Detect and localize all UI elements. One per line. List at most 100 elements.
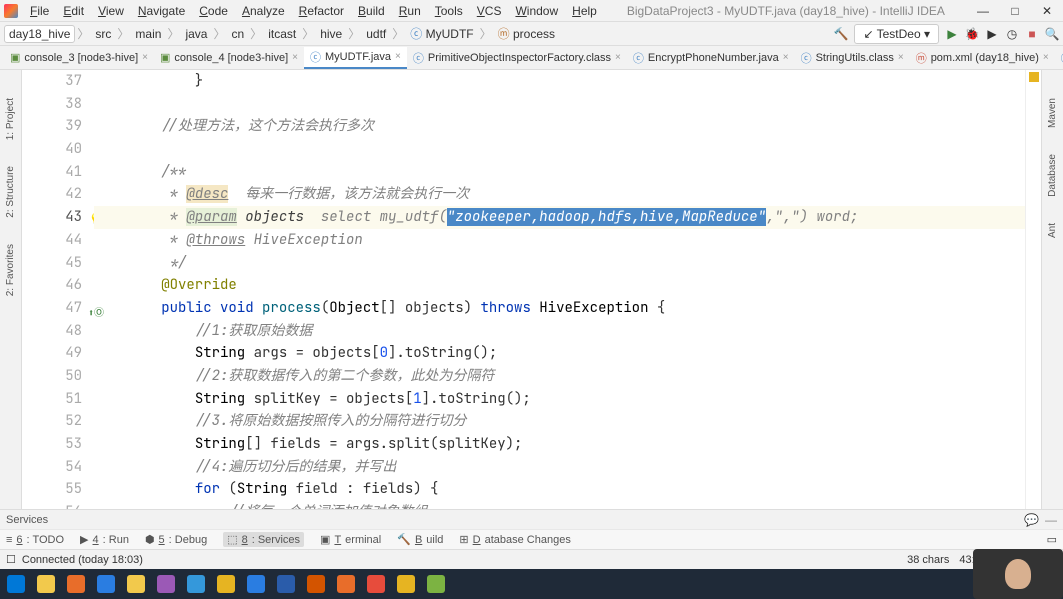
tab-close-icon[interactable]: ×: [783, 52, 789, 63]
rail-Ant[interactable]: Ant: [1045, 219, 1060, 242]
tool-Build[interactable]: 🔨 Build: [397, 533, 443, 546]
breadcrumb-java[interactable]: java: [181, 25, 211, 43]
breadcrumb-src[interactable]: src: [91, 25, 115, 43]
build-icon[interactable]: 🔨: [833, 27, 848, 41]
run-config-selector[interactable]: ↙ TestDeo ▾: [854, 24, 939, 44]
code-line[interactable]: /**: [94, 161, 1025, 184]
tool-Database-Changes[interactable]: ⊞ Database Changes: [459, 533, 570, 546]
line-number[interactable]: 51: [22, 388, 82, 411]
close-button[interactable]: ✕: [1035, 2, 1059, 20]
line-number[interactable]: 40: [22, 138, 82, 161]
debug-button[interactable]: 🐞: [965, 27, 979, 41]
taskbar-kde[interactable]: [94, 572, 118, 596]
taskbar-ppt[interactable]: [304, 572, 328, 596]
breadcrumb-process[interactable]: ⓜ process: [494, 23, 559, 44]
event-log-icon[interactable]: ▭: [1047, 533, 1057, 546]
line-number[interactable]: 49: [22, 342, 82, 365]
taskbar-wps[interactable]: [364, 572, 388, 596]
rail-1-Project[interactable]: 1: Project: [3, 94, 18, 144]
taskbar-word[interactable]: [274, 572, 298, 596]
events-icon[interactable]: 💬: [1024, 513, 1039, 527]
taskbar-file[interactable]: [124, 572, 148, 596]
breadcrumb-main[interactable]: main: [131, 25, 165, 43]
tab-StringUtils-class[interactable]: ⓒ StringUtils.class ×: [795, 48, 910, 68]
code-editor[interactable]: 37383940414243💡44454647⬆Ⓞ484950515253545…: [22, 70, 1025, 509]
tab-close-icon[interactable]: ×: [615, 52, 621, 63]
tool-Terminal[interactable]: ▣ Terminal: [320, 533, 381, 546]
code-line[interactable]: //3.将原始数据按照传入的分隔符进行切分: [94, 410, 1025, 433]
line-number[interactable]: 44: [22, 229, 82, 252]
line-number[interactable]: 46: [22, 274, 82, 297]
line-number[interactable]: 43💡: [22, 206, 82, 229]
tool-8-Services[interactable]: ⬚ 8: Services: [223, 532, 304, 547]
taskbar-folder[interactable]: [214, 572, 238, 596]
tab-console_4-node3-hive-[interactable]: ▣ console_4 [node3-hive] ×: [154, 49, 304, 66]
breadcrumb-cn[interactable]: cn: [227, 25, 248, 43]
code-line[interactable]: * @throws HiveException: [94, 229, 1025, 252]
stop-button[interactable]: ■: [1025, 27, 1039, 41]
taskbar-xunlei[interactable]: [334, 572, 358, 596]
search-everywhere-button[interactable]: 🔍: [1045, 27, 1059, 41]
code-line[interactable]: String args = objects[0].toString();: [94, 342, 1025, 365]
tab-MyUDF-java[interactable]: ⓒ MyUDF.java ×: [1055, 48, 1063, 68]
menu-vcs[interactable]: VCS: [471, 2, 508, 20]
code-line[interactable]: }: [94, 70, 1025, 93]
code-line[interactable]: //将每一个单词添加值对象数组: [94, 501, 1025, 509]
code-line[interactable]: public void process(Object[] objects) th…: [94, 297, 1025, 320]
tool-6-TODO[interactable]: ≡ 6: TODO: [6, 534, 64, 546]
tab-MyUDTF-java[interactable]: ⓒ MyUDTF.java ×: [304, 47, 407, 69]
analysis-indicator[interactable]: [1029, 72, 1039, 82]
tab-EncryptPhoneNumber-java[interactable]: ⓒ EncryptPhoneNumber.java ×: [627, 48, 795, 68]
menu-analyze[interactable]: Analyze: [236, 2, 291, 20]
tab-close-icon[interactable]: ×: [1043, 52, 1049, 63]
menu-navigate[interactable]: Navigate: [132, 2, 191, 20]
menu-tools[interactable]: Tools: [429, 2, 469, 20]
code-line[interactable]: String[] fields = args.split(splitKey);: [94, 433, 1025, 456]
code-line[interactable]: [94, 138, 1025, 161]
taskbar-chrome[interactable]: [34, 572, 58, 596]
taskbar-win[interactable]: [4, 572, 28, 596]
tool-window-label[interactable]: Services: [6, 514, 48, 526]
menu-run[interactable]: Run: [393, 2, 427, 20]
code-line[interactable]: @Override: [94, 274, 1025, 297]
menu-code[interactable]: Code: [193, 2, 234, 20]
menu-help[interactable]: Help: [566, 2, 603, 20]
line-number[interactable]: 42: [22, 183, 82, 206]
taskbar-video[interactable]: [394, 572, 418, 596]
profile-button[interactable]: ◷: [1005, 27, 1019, 41]
line-number[interactable]: 47⬆Ⓞ: [22, 297, 82, 320]
menu-edit[interactable]: Edit: [57, 2, 90, 20]
code-line[interactable]: for (String field : fields) {: [94, 478, 1025, 501]
line-number[interactable]: 54: [22, 456, 82, 479]
taskbar-firefox[interactable]: [64, 572, 88, 596]
breadcrumb-MyUDTF[interactable]: ⓒ MyUDTF: [406, 23, 477, 44]
tab-close-icon[interactable]: ×: [898, 52, 904, 63]
minimize-tool-icon[interactable]: —: [1045, 513, 1057, 527]
tab-pom-xml-day18_hive-[interactable]: ⓜ pom.xml (day18_hive) ×: [910, 48, 1055, 68]
breadcrumb-itcast[interactable]: itcast: [264, 25, 300, 43]
code-line[interactable]: * @param objects select my_udtf("zookeep…: [94, 206, 1025, 229]
menu-window[interactable]: Window: [509, 2, 564, 20]
line-number[interactable]: 38: [22, 93, 82, 116]
tab-close-icon[interactable]: ×: [292, 52, 298, 63]
breadcrumb-hive[interactable]: hive: [316, 25, 346, 43]
rail-Database[interactable]: Database: [1045, 150, 1060, 201]
line-number[interactable]: 50: [22, 365, 82, 388]
minimize-button[interactable]: —: [971, 2, 995, 20]
code-line[interactable]: */: [94, 252, 1025, 275]
code-line[interactable]: //4:遍历切分后的结果，并写出: [94, 456, 1025, 479]
menu-view[interactable]: View: [92, 2, 130, 20]
code-line[interactable]: String splitKey = objects[1].toString();: [94, 388, 1025, 411]
line-number[interactable]: 37: [22, 70, 82, 93]
taskbar-edge[interactable]: [244, 572, 268, 596]
run-button[interactable]: ▶: [945, 27, 959, 41]
code-line[interactable]: [94, 93, 1025, 116]
tab-close-icon[interactable]: ×: [395, 51, 401, 62]
tab-console_3-node3-hive-[interactable]: ▣ console_3 [node3-hive] ×: [4, 49, 154, 66]
line-number[interactable]: 45: [22, 252, 82, 275]
code-line[interactable]: //1:获取原始数据: [94, 320, 1025, 343]
taskbar-cloud[interactable]: [184, 572, 208, 596]
line-number[interactable]: 55: [22, 478, 82, 501]
line-number[interactable]: 48: [22, 320, 82, 343]
line-number[interactable]: 52: [22, 410, 82, 433]
